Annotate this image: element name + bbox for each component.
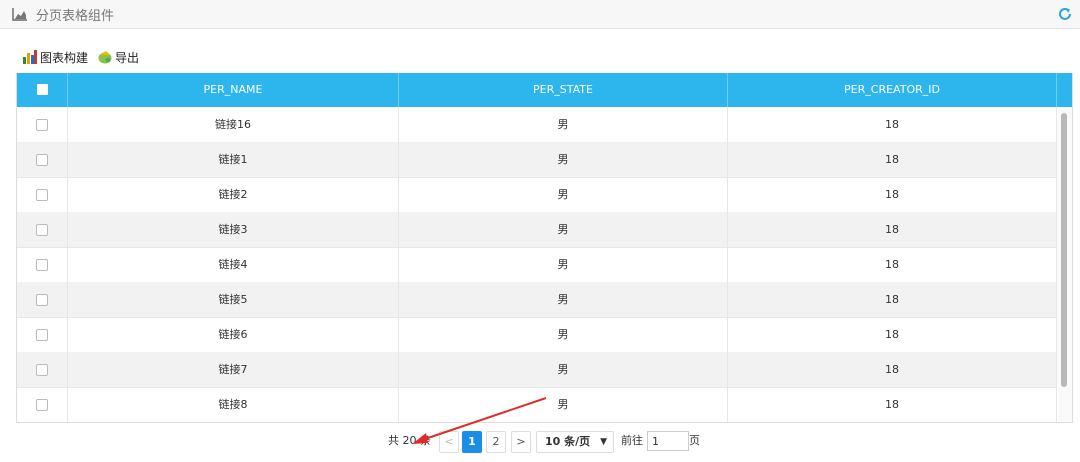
table-row[interactable]: 链接8 男 18 <box>17 387 1057 422</box>
cell-per-state: 男 <box>399 212 728 247</box>
export-label: 导出 <box>115 50 140 65</box>
table-row[interactable]: 链接16 男 18 <box>17 107 1057 143</box>
goto-unit: 页 <box>689 434 700 447</box>
cell-per-state: 男 <box>399 352 728 387</box>
cell-per-name: 链接6 <box>68 317 399 352</box>
row-select-cell <box>17 212 68 247</box>
row-checkbox[interactable] <box>36 119 48 131</box>
column-header-per-creator-id[interactable]: PER_CREATOR_ID <box>728 73 1057 107</box>
cell-per-creator-id: 18 <box>728 352 1057 387</box>
table-row[interactable]: 链接3 男 18 <box>17 212 1057 248</box>
chart-build-button[interactable]: 图表构建 <box>22 47 88 67</box>
cell-per-state: 男 <box>399 107 728 142</box>
select-all-checkbox[interactable] <box>37 84 48 95</box>
cell-per-state: 男 <box>399 282 728 317</box>
chart-build-icon <box>23 50 37 64</box>
refresh-icon[interactable] <box>1057 6 1073 22</box>
cell-per-name: 链接7 <box>68 352 399 387</box>
cell-per-name: 链接5 <box>68 282 399 317</box>
goto-label: 前往 <box>621 434 643 447</box>
prev-page-button[interactable]: < <box>439 431 459 453</box>
cell-per-state: 男 <box>399 387 728 422</box>
pagination: 共 20 条 < 1 2 > 10 条/页 ▼ 前往 页 <box>0 431 1080 453</box>
table-row[interactable]: 链接4 男 18 <box>17 247 1057 283</box>
row-checkbox[interactable] <box>36 259 48 271</box>
row-select-cell <box>17 387 68 422</box>
page-2-button[interactable]: 2 <box>486 431 506 453</box>
cell-per-name: 链接2 <box>68 177 399 212</box>
cell-per-creator-id: 18 <box>728 142 1057 177</box>
table-row[interactable]: 链接7 男 18 <box>17 352 1057 388</box>
cell-per-name: 链接16 <box>68 107 399 142</box>
row-select-cell <box>17 107 68 142</box>
table-row[interactable]: 链接1 男 18 <box>17 142 1057 178</box>
page-size-value: 10 条/页 <box>545 435 591 448</box>
row-checkbox[interactable] <box>36 189 48 201</box>
row-checkbox[interactable] <box>36 399 48 411</box>
row-select-cell <box>17 142 68 177</box>
panel-title: 分页表格组件 <box>36 9 115 24</box>
cell-per-state: 男 <box>399 247 728 282</box>
row-checkbox[interactable] <box>36 154 48 166</box>
panel-header: 分页表格组件 <box>0 0 1080 29</box>
chart-build-label: 图表构建 <box>40 50 89 65</box>
row-checkbox[interactable] <box>36 329 48 341</box>
row-checkbox[interactable] <box>36 224 48 236</box>
cell-per-name: 链接1 <box>68 142 399 177</box>
row-checkbox[interactable] <box>36 364 48 376</box>
goto-page-input[interactable] <box>647 431 689 451</box>
page-size-select[interactable]: 10 条/页 ▼ <box>536 431 614 453</box>
table-body: 链接16 男 18 链接1 男 18 链接2 男 18 链接3 男 18 链接4… <box>17 107 1072 422</box>
cell-per-state: 男 <box>399 177 728 212</box>
area-chart-icon <box>12 8 27 21</box>
table-row[interactable]: 链接6 男 18 <box>17 317 1057 353</box>
row-select-cell <box>17 247 68 282</box>
caret-down-icon: ▼ <box>600 437 607 447</box>
export-button[interactable]: 导出 <box>97 47 139 67</box>
cell-per-creator-id: 18 <box>728 177 1057 212</box>
cell-per-creator-id: 18 <box>728 317 1057 352</box>
table-row[interactable]: 链接2 男 18 <box>17 177 1057 213</box>
cell-per-name: 链接8 <box>68 387 399 422</box>
header-select-cell <box>17 73 68 107</box>
row-select-cell <box>17 317 68 352</box>
export-icon <box>98 51 112 64</box>
cell-per-name: 链接4 <box>68 247 399 282</box>
cell-per-state: 男 <box>399 142 728 177</box>
row-select-cell <box>17 282 68 317</box>
next-page-button[interactable]: > <box>511 431 531 453</box>
row-select-cell <box>17 352 68 387</box>
column-header-per-state[interactable]: PER_STATE <box>399 73 728 107</box>
table-row[interactable]: 链接5 男 18 <box>17 282 1057 318</box>
cell-per-creator-id: 18 <box>728 387 1057 422</box>
cell-per-creator-id: 18 <box>728 282 1057 317</box>
cell-per-creator-id: 18 <box>728 212 1057 247</box>
row-select-cell <box>17 177 68 212</box>
cell-per-creator-id: 18 <box>728 107 1057 142</box>
cell-per-state: 男 <box>399 317 728 352</box>
page-1-button[interactable]: 1 <box>462 431 482 453</box>
row-checkbox[interactable] <box>36 294 48 306</box>
cell-per-creator-id: 18 <box>728 247 1057 282</box>
scrollbar-thumb[interactable] <box>1061 113 1067 387</box>
cell-per-name: 链接3 <box>68 212 399 247</box>
table-header: PER_NAME PER_STATE PER_CREATOR_ID <box>17 73 1072 107</box>
data-grid: PER_NAME PER_STATE PER_CREATOR_ID 链接16 男… <box>16 73 1073 423</box>
vertical-scrollbar[interactable] <box>1058 107 1072 422</box>
total-count: 共 20 条 <box>388 434 431 447</box>
column-header-per-name[interactable]: PER_NAME <box>68 73 399 107</box>
